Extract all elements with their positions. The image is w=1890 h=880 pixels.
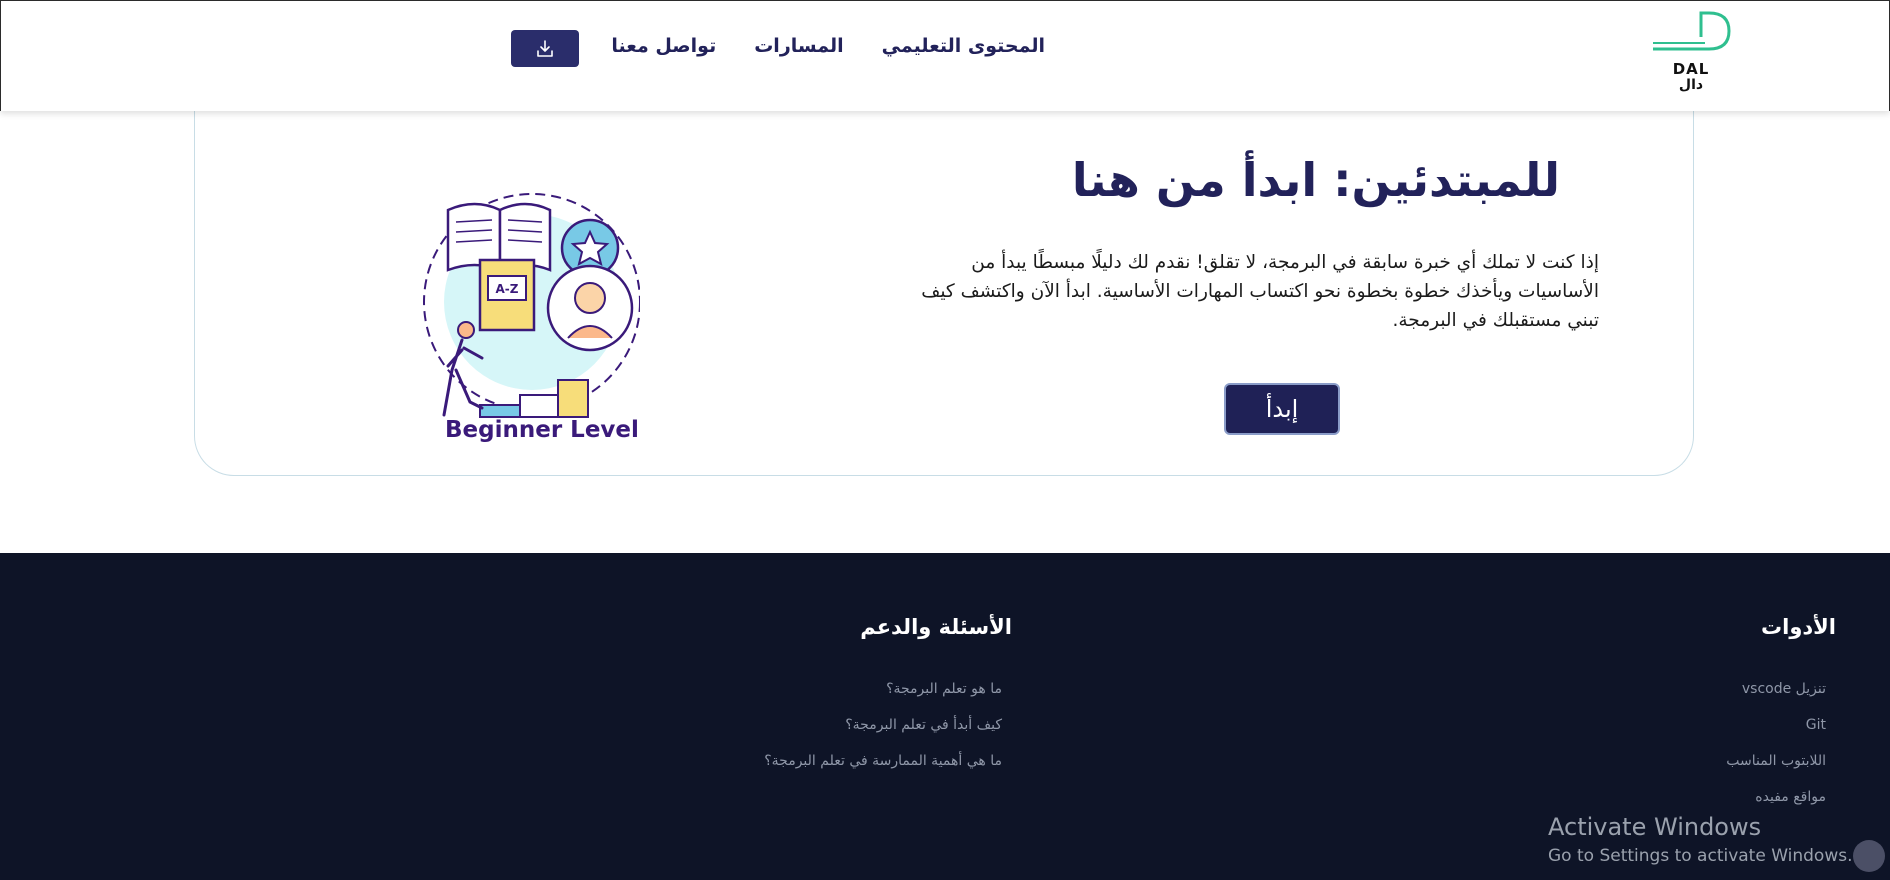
footer-link-how-to-start[interactable]: كيف أبدأ في تعلم البرمجة؟ <box>764 715 1002 751</box>
activation-title: Activate Windows <box>1548 813 1762 841</box>
footer-tools-links: تنزيل vscode Git اللابتوب المناسب مواقع … <box>1726 679 1826 823</box>
download-button[interactable] <box>511 30 579 67</box>
start-button[interactable]: إبدأ <box>1224 383 1340 435</box>
illustration-letters: A-Z <box>496 282 519 296</box>
hero-title: للمبتدئين: ابدأ من هنا <box>1071 153 1560 207</box>
footer-link-what-is-programming[interactable]: ما هو تعلم البرمجة؟ <box>764 679 1002 715</box>
footer-faq-links: ما هو تعلم البرمجة؟ كيف أبدأ في تعلم الب… <box>764 679 1002 787</box>
beginner-hero-card: للمبتدئين: ابدأ من هنا إذا كنت لا تملك أ… <box>194 95 1694 476</box>
beginner-level-illustration: A-Z <box>423 193 640 418</box>
footer-faq-title: الأسئلة والدعم <box>860 615 1012 639</box>
download-icon <box>537 39 553 57</box>
windows-activation-watermark: Activate Windows Go to Settings to activ… <box>1548 812 1853 868</box>
hero-description: إذا كنت لا تملك أي خبرة سابقة في البرمجة… <box>921 252 1599 331</box>
footer-tools-title: الأدوات <box>1761 615 1836 639</box>
logo-text-en: DAL <box>1672 60 1710 78</box>
site-header: DAL دال المحتوى التعليمي المسارات تواصل … <box>0 0 1890 111</box>
nav-tracks[interactable]: المسارات <box>754 35 843 57</box>
nav-educational-content[interactable]: المحتوى التعليمي <box>882 35 1045 57</box>
illustration-label: Beginner Level <box>445 417 639 443</box>
footer-link-laptop[interactable]: اللابتوب المناسب <box>1726 751 1826 787</box>
nav-contact-us[interactable]: تواصل معنا <box>611 35 716 57</box>
footer-link-practice-importance[interactable]: ما هي أهمية الممارسة في تعلم البرمجة؟ <box>764 751 1002 787</box>
site-logo[interactable]: DAL دال <box>1649 7 1733 99</box>
footer-link-vscode[interactable]: تنزيل vscode <box>1726 679 1826 715</box>
activation-subtitle: Go to Settings to activate Windows. <box>1548 846 1853 866</box>
footer-link-git[interactable]: Git <box>1726 715 1826 751</box>
main-nav: المحتوى التعليمي المسارات تواصل معنا <box>611 35 1045 57</box>
logo-text-ar: دال <box>1678 77 1704 93</box>
logo-mark-icon <box>1653 11 1731 51</box>
brain-app-icon[interactable] <box>1853 840 1885 872</box>
